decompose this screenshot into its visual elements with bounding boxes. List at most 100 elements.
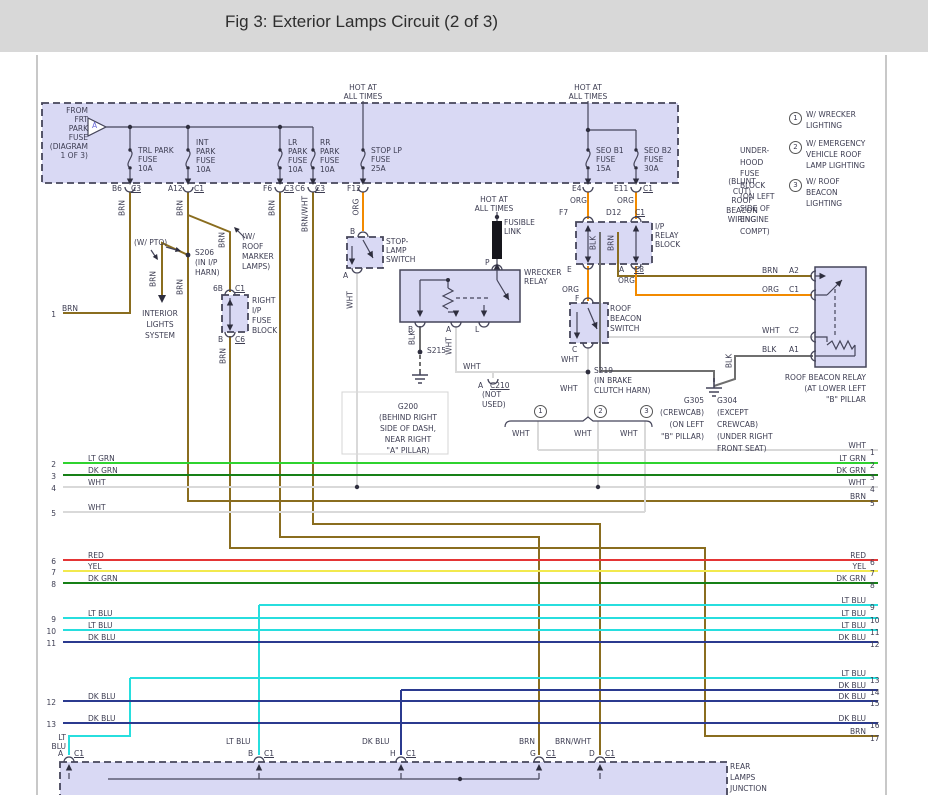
note-3: W/ ROOF BEACON LIGHTING	[806, 176, 842, 209]
wrecker-pin-l: L	[475, 325, 479, 334]
brace-wht-1: WHT	[512, 429, 530, 438]
rear-wire-H: DK BLU	[362, 737, 390, 746]
row-left-label-4: WHT	[88, 478, 106, 487]
pto-annotation: (W/ PTO)	[134, 238, 167, 247]
row-right-label-1: WHT	[798, 441, 866, 450]
row-left-num-4: 4	[38, 484, 56, 493]
circled-1: 1	[534, 405, 547, 418]
row-left-num-11: 11	[38, 639, 56, 648]
beacon-f-org-label: ORG	[562, 285, 579, 294]
rows-dkblu	[63, 642, 878, 755]
stop-lamp-switch-label: STOP- LAMP SWITCH	[386, 237, 415, 264]
ip-pin-f7: F7	[559, 208, 568, 217]
row-left-num-2: 2	[38, 460, 56, 469]
rows-ltblu	[63, 605, 878, 755]
connector-pins	[64, 187, 816, 762]
fuse-int-park: INT PARK FUSE 10A	[196, 138, 215, 174]
rot-brn-a12: BRN	[176, 200, 185, 216]
rear-lamps-junction-label: REAR LAMPS JUNCTION	[730, 761, 767, 794]
relay-a1-wire: BLK	[762, 345, 776, 354]
row-right-num-3: 3	[870, 473, 875, 482]
blunt-cut-label: (BLUNT CUT) ROOF BEACON WIRING	[721, 177, 763, 225]
rear-wire-B: LT BLU	[226, 737, 251, 746]
row-left-num-6: 6	[38, 557, 56, 566]
fusebox-conn-E11: C1	[643, 184, 653, 193]
rot-blk-blunt: BLK	[589, 236, 598, 250]
row-right-label-4: WHT	[798, 478, 866, 487]
note-circle-1: 1	[789, 112, 802, 125]
wrecker-relay-label: WRECKER RELAY	[524, 268, 561, 286]
fuse-lr-park: LR PARK FUSE 10A	[288, 138, 307, 174]
row-left-num-1: 1	[38, 310, 56, 319]
triangle-letter: A	[92, 121, 97, 130]
wht-brace	[505, 417, 652, 427]
rear-pin-B: B	[248, 749, 253, 758]
fusebox-pin-E11: E11	[614, 184, 628, 193]
rear-lamps-junction-box	[60, 762, 727, 795]
row-right-label-2: LT GRN	[798, 454, 866, 463]
ip-a-org-label: ORG	[618, 276, 635, 285]
note-circle-2: 2	[789, 141, 802, 154]
rot-wht-stop: WHT	[346, 291, 355, 309]
row-left-label-11: DK BLU	[88, 633, 116, 642]
rear-wire-D: BRN/WHT	[555, 737, 591, 746]
e4-org-label: ORG	[570, 196, 587, 205]
stop-lamp-switch-box	[347, 237, 383, 268]
splice-s215-label: S215	[427, 346, 446, 355]
row-right-num-11: 11	[870, 628, 880, 637]
row-right-label-5: BRN	[798, 492, 866, 501]
hot-at-all-times-left: HOT AT ALL TIMES	[341, 83, 385, 101]
note-1: W/ WRECKER LIGHTING	[806, 109, 856, 131]
ip-conn-c8: C8	[634, 265, 644, 274]
stop-lamp-pin-b: B	[350, 227, 355, 236]
rear-conn-D: C1	[605, 749, 615, 758]
rear-wire-G: BRN	[519, 737, 535, 746]
e11-org-label: ORG	[617, 196, 634, 205]
rot-brn-a12-lower: BRN	[176, 279, 185, 295]
wire-brn-f6-pinG	[280, 192, 539, 755]
relay-a1-pin: A1	[789, 345, 799, 354]
row-right-num-15: 15	[870, 699, 880, 708]
beacon-pin-c: C	[572, 345, 577, 354]
fusebox-conn-C6: C3	[315, 184, 325, 193]
row-left-num-12: 12	[38, 698, 56, 707]
c210-pin-a: A	[478, 381, 483, 390]
row-right-label-13: LT BLU	[798, 669, 866, 678]
ip-pin-d12: D12	[606, 208, 621, 217]
row-left-label-9: LT BLU	[88, 609, 113, 618]
rot-blk-wrecker: BLK	[408, 331, 417, 345]
brace-wht-3: WHT	[620, 429, 638, 438]
from-frt-park-label: FROM FRT PARK FUSE (DIAGRAM 1 OF 3)	[42, 106, 88, 160]
rear-pin-G: G	[530, 749, 536, 758]
relay-a2-pin: A2	[789, 266, 799, 275]
s219-wht-label: WHT	[560, 384, 578, 393]
row-left-num-3: 3	[38, 472, 56, 481]
ip-conn-c1: C1	[635, 208, 645, 217]
rear-conn-A: C1	[74, 749, 84, 758]
ip-pin-a: A	[619, 265, 624, 274]
row-right-label-11: LT BLU	[798, 621, 866, 630]
rot-brn-b6: BRN	[118, 200, 127, 216]
hot-at-all-times-wrecker: HOT AT ALL TIMES	[469, 195, 519, 213]
fusebox-pin-E4: E4	[572, 184, 582, 193]
row-right-label-3: DK GRN	[798, 466, 866, 475]
beacon-c-wht-label: WHT	[561, 355, 579, 364]
brace-wht-2: WHT	[574, 429, 592, 438]
row-right-label-10: LT BLU	[798, 609, 866, 618]
fusebox-conn-B6: C3	[131, 184, 141, 193]
relay-c1-wire: ORG	[762, 285, 779, 294]
arrowheads	[66, 179, 844, 771]
circled-2: 2	[594, 405, 607, 418]
row-left-num-7: 7	[38, 568, 56, 577]
row-left-label-13: DK BLU	[88, 714, 116, 723]
fusible-link-label: FUSIBLE LINK	[504, 218, 535, 236]
c210-not-used: (NOT USED)	[482, 390, 506, 410]
row-right-label-15: DK BLU	[798, 692, 866, 701]
row-right-num-5: 5	[870, 499, 875, 508]
row-right-num-4: 4	[870, 485, 875, 494]
rot-brn-blunt: BRN	[607, 235, 616, 251]
row-left-label-2: LT GRN	[88, 454, 115, 463]
stop-lamp-pin-a: A	[343, 271, 348, 280]
fusebox-pin-A12: A12	[168, 184, 183, 193]
rot-wht-wrecker: WHT	[445, 337, 454, 355]
